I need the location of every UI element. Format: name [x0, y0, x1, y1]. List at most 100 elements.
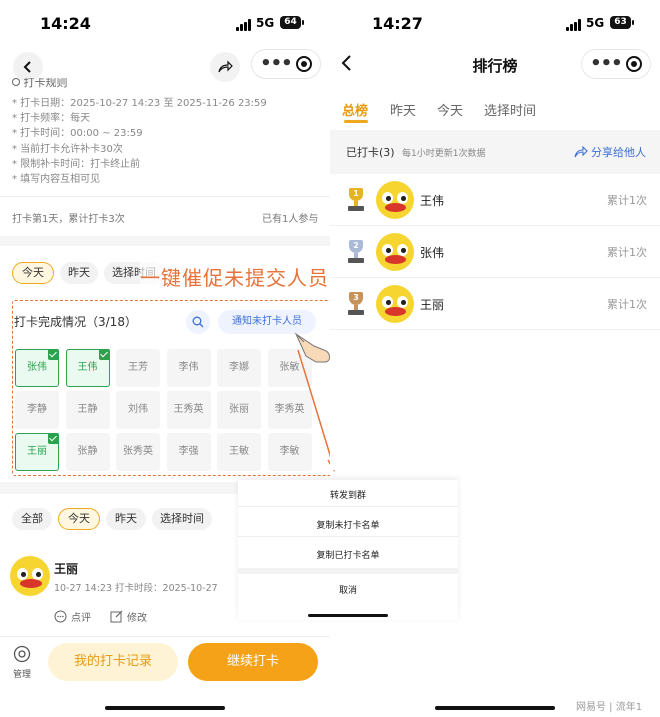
checked-count: 已打卡(3) [346, 146, 395, 159]
rules-heading-text: 打卡规则 [23, 78, 68, 88]
share-arrow-icon [218, 60, 233, 73]
checkin-summary: 打卡第1天，累计打卡3次 [12, 214, 125, 225]
record-meta: 10-27 14:23 打卡时段：2025-10-27 [54, 583, 218, 594]
section-separator [0, 236, 330, 246]
member-cell[interactable]: 王静 [65, 391, 110, 429]
status-time: 14:24 [40, 14, 91, 33]
check-icon [48, 349, 59, 360]
status-bar: 14:27 5G 63 [330, 0, 660, 48]
divider [0, 196, 330, 197]
member-name: 张丽 [229, 404, 249, 415]
check-icon [98, 349, 110, 360]
edit-label: 修改 [127, 613, 147, 624]
watermark: 网易号 | 流年1 [576, 702, 643, 713]
avatar [376, 181, 414, 219]
member-cell[interactable]: 王丽 [15, 433, 59, 471]
manage-button[interactable]: 管理 [8, 645, 36, 680]
divider [238, 536, 458, 537]
rank-row[interactable]: 3 王丽 累计1次 [330, 278, 660, 330]
rank-name: 王丽 [420, 298, 445, 312]
rule-item: * 打卡频率：每天 [12, 113, 91, 125]
sheet-copy-unchecked[interactable]: 复制未打卡名单 [238, 518, 458, 531]
rules-list: * 打卡日期：2025-10-27 14:23 至 2025-11-26 23:… [12, 96, 267, 187]
share-button[interactable] [210, 52, 240, 82]
close-capsule-icon[interactable] [625, 56, 642, 72]
member-name: 刘伟 [128, 404, 148, 415]
rank-row[interactable]: 2 张伟 累计1次 [330, 226, 660, 278]
completion-title: 打卡完成情况（3/18） [14, 315, 137, 329]
share-button[interactable]: 分享给他人 [574, 144, 646, 160]
member-cell[interactable]: 李娜 [217, 349, 261, 387]
search-icon [192, 316, 204, 328]
rank-row[interactable]: 1 王伟 累计1次 [330, 174, 660, 226]
more-icon[interactable]: ••• [590, 55, 623, 73]
sheet-home-indicator [308, 614, 388, 617]
share-label: 分享给他人 [591, 146, 646, 159]
date-tab-yesterday[interactable]: 昨天 [60, 262, 98, 284]
member-name: 张静 [77, 446, 98, 457]
member-name: 张伟 [27, 362, 47, 373]
search-button[interactable] [186, 310, 210, 334]
rule-item: * 打卡时间：00:00 ~ 23:59 [12, 128, 143, 140]
comment-icon [54, 610, 67, 623]
continue-checkin-button[interactable]: 继续打卡 [188, 643, 318, 681]
member-cell[interactable]: 李伟 [166, 349, 211, 387]
member-name: 李伟 [178, 362, 199, 373]
sheet-forward-group[interactable]: 转发到群 [238, 488, 458, 501]
date-tab-today[interactable]: 今天 [12, 262, 54, 284]
member-cell[interactable]: 张秀英 [116, 433, 160, 471]
tab-pick-time[interactable]: 选择时间 [484, 100, 536, 119]
participant-count: 已有1人参与 [262, 214, 319, 225]
avatar [376, 233, 414, 271]
member-name: 张秀英 [123, 446, 153, 457]
member-cell[interactable]: 王敏 [217, 433, 261, 471]
member-cell[interactable]: 张丽 [217, 391, 261, 429]
battery-icon: 64 [280, 16, 304, 29]
tab-today[interactable]: 今天 [437, 100, 463, 119]
rank-total: 累计1次 [607, 246, 647, 259]
tab-overall[interactable]: 总榜 [342, 100, 368, 119]
annotation-text: 一键催促未提交人员 [140, 262, 329, 291]
member-name: 王芳 [128, 362, 148, 373]
member-cell[interactable]: 王芳 [116, 349, 160, 387]
edit-icon [110, 610, 123, 623]
status-time: 14:27 [372, 14, 423, 33]
close-capsule-icon[interactable] [295, 56, 312, 72]
member-cell[interactable]: 李静 [15, 391, 59, 429]
home-indicator [435, 706, 555, 710]
filter-tab-all[interactable]: 全部 [12, 508, 52, 530]
mini-program-capsule: ••• [581, 49, 651, 79]
member-cell[interactable]: 李强 [166, 433, 211, 471]
filter-tab-pick[interactable]: 选择时间 [152, 508, 212, 530]
member-cell[interactable]: 张静 [65, 433, 110, 471]
avatar [376, 285, 414, 323]
rule-item: * 打卡日期：2025-10-27 14:23 至 2025-11-26 23:… [12, 98, 267, 109]
more-icon[interactable]: ••• [260, 55, 293, 73]
member-cell[interactable]: 刘伟 [116, 391, 160, 429]
rank-number: 3 [353, 293, 359, 302]
home-indicator [105, 706, 225, 710]
sheet-cancel[interactable]: 取消 [238, 583, 458, 596]
sheet-gap [238, 568, 458, 574]
trophy-icon: 2 [344, 240, 368, 266]
filter-tab-yesterday[interactable]: 昨天 [106, 508, 146, 530]
member-cell[interactable]: 张伟 [15, 349, 59, 387]
comment-button[interactable]: 点评 [54, 609, 91, 624]
network-label: 5G [256, 16, 275, 30]
rules-heading: 打卡规则 [12, 78, 68, 88]
comment-label: 点评 [71, 613, 91, 624]
network-label: 5G [586, 16, 605, 30]
edit-button[interactable]: 修改 [110, 609, 147, 624]
my-records-button[interactable]: 我的打卡记录 [48, 643, 178, 681]
rule-item: * 限制补卡时间：打卡终止前 [12, 158, 141, 170]
member-cell[interactable]: 王秀英 [166, 391, 211, 429]
leaderboard-screen: 14:27 5G 63 排行榜 ••• 总榜 昨天 今天 选择时间 已打卡(3)… [330, 0, 660, 470]
tab-yesterday[interactable]: 昨天 [390, 100, 416, 119]
member-cell[interactable]: 王伟 [65, 349, 110, 387]
divider [238, 506, 458, 507]
member-name: 王敏 [229, 446, 249, 457]
record-user-name: 王丽 [54, 562, 79, 576]
sheet-copy-checked[interactable]: 复制已打卡名单 [238, 548, 458, 561]
member-name: 王秀英 [173, 404, 204, 415]
filter-tab-today[interactable]: 今天 [58, 508, 100, 530]
